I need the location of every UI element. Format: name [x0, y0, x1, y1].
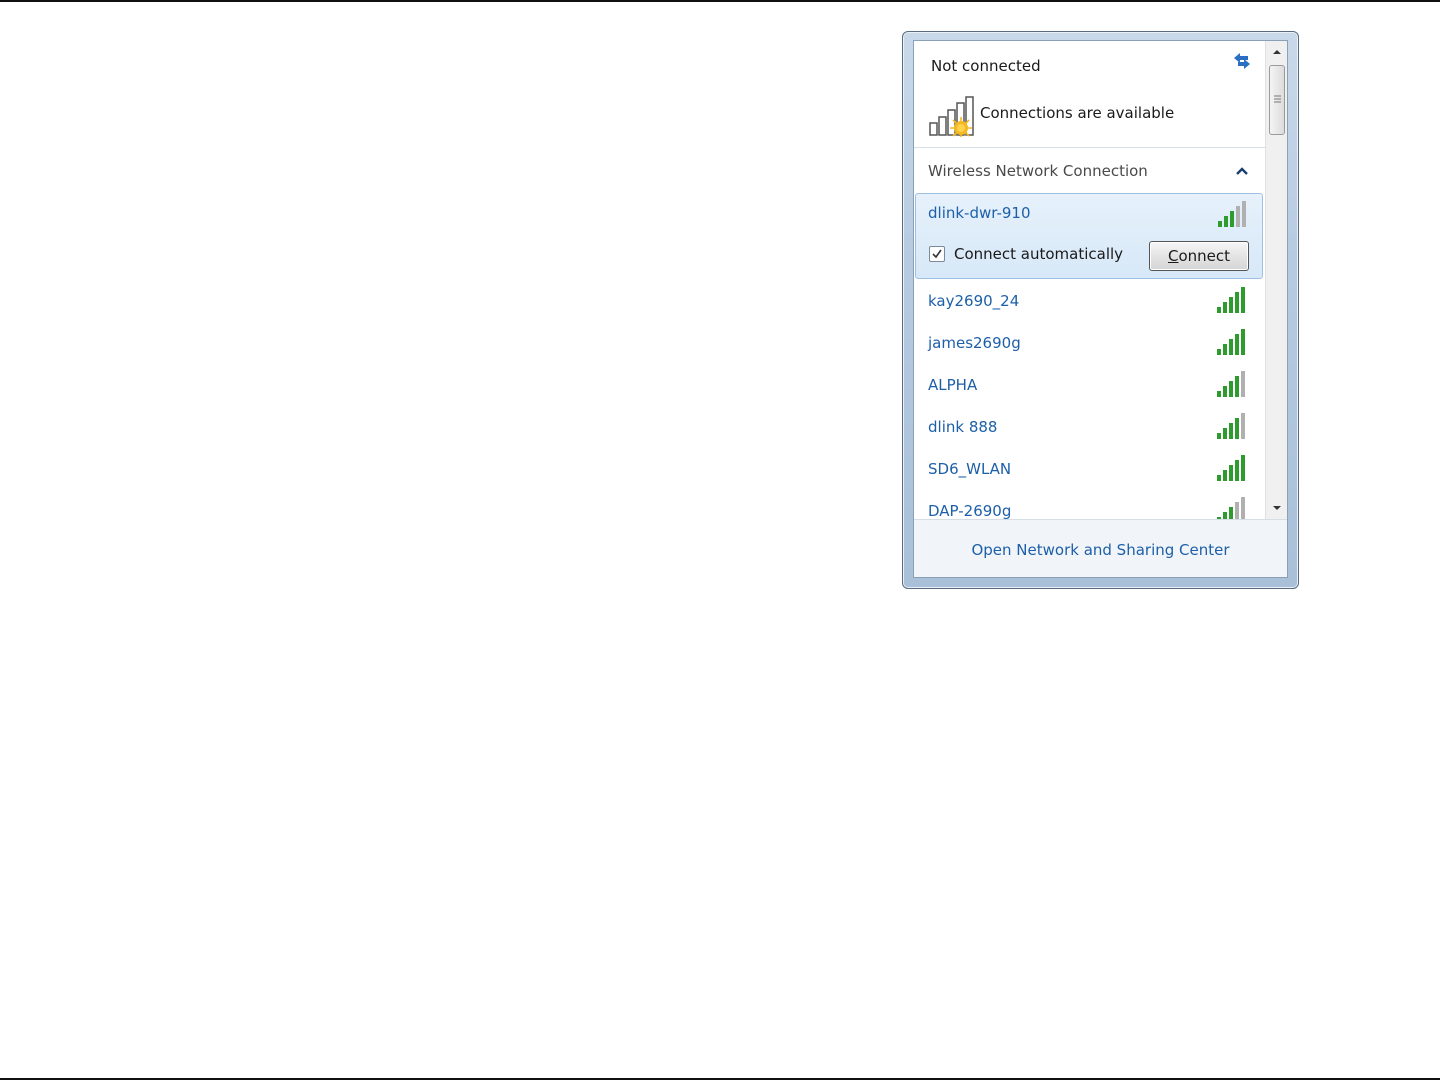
signal-bar — [1223, 512, 1227, 519]
connections-available-icon — [929, 96, 974, 137]
signal-bar — [1218, 221, 1222, 227]
signal-bar — [1223, 344, 1227, 355]
scroll-down-arrow-icon[interactable] — [1270, 501, 1284, 515]
signal-bar — [1229, 297, 1233, 313]
network-list-item[interactable]: kay2690_24 — [915, 281, 1263, 323]
network-list-viewport: Not connected Connections are available … — [914, 41, 1265, 519]
connect-button[interactable]: Connect — [1149, 241, 1249, 271]
connect-automatically-checkbox[interactable] — [929, 246, 945, 262]
signal-bar — [1229, 507, 1233, 519]
network-name: DAP-2690g — [928, 502, 1012, 519]
header-divider — [914, 147, 1265, 148]
network-name: kay2690_24 — [928, 292, 1020, 310]
signal-strength-icon — [1217, 371, 1245, 397]
signal-bar — [1235, 292, 1239, 313]
signal-bar — [1241, 455, 1245, 481]
network-list-item[interactable]: james2690g — [915, 323, 1263, 365]
signal-bar — [1241, 497, 1245, 519]
section-title: Wireless Network Connection — [928, 162, 1148, 180]
network-list-item[interactable]: DAP-2690g — [915, 491, 1263, 519]
network-name: SD6_WLAN — [928, 460, 1012, 478]
signal-strength-icon — [1218, 201, 1246, 227]
signal-bar — [1230, 211, 1234, 227]
selected-network-item[interactable]: dlink-dwr-910 Connect automatically Conn… — [915, 193, 1263, 279]
signal-bar — [1223, 386, 1227, 397]
signal-bar — [1235, 418, 1239, 439]
checkmark-icon — [932, 249, 942, 259]
chevron-up-icon[interactable] — [1235, 165, 1249, 177]
network-list-item[interactable]: SD6_WLAN — [915, 449, 1263, 491]
signal-bar — [1229, 423, 1233, 439]
signal-bar — [1241, 371, 1245, 397]
signal-bar — [1235, 460, 1239, 481]
signal-strength-icon — [1217, 287, 1245, 313]
bottom-rule — [0, 1078, 1440, 1080]
selected-network-name: dlink-dwr-910 — [928, 204, 1031, 222]
connection-status-title: Not connected — [931, 57, 1041, 75]
signal-bar — [1235, 502, 1239, 519]
signal-bar — [1241, 329, 1245, 355]
open-network-sharing-center-link[interactable]: Open Network and Sharing Center — [914, 541, 1287, 559]
signal-strength-icon — [1217, 329, 1245, 355]
signal-bar — [1235, 376, 1239, 397]
connect-button-label: onnect — [1178, 247, 1231, 265]
signal-bar — [1229, 465, 1233, 481]
connect-automatically-label: Connect automatically — [954, 245, 1124, 263]
grip-icon — [1274, 95, 1281, 103]
signal-bar — [1229, 381, 1233, 397]
refresh-icon[interactable] — [1230, 51, 1254, 73]
connections-available-text: Connections are available — [980, 104, 1175, 122]
signal-bar — [1224, 216, 1228, 227]
signal-bar — [1217, 349, 1221, 355]
signal-bar — [1241, 287, 1245, 313]
scroll-thumb[interactable] — [1269, 65, 1285, 135]
network-name: ALPHA — [928, 376, 978, 394]
signal-bar — [1241, 413, 1245, 439]
network-list-item[interactable]: ALPHA — [915, 365, 1263, 407]
vertical-scrollbar[interactable] — [1265, 41, 1287, 519]
top-rule — [0, 0, 1440, 2]
signal-bar — [1229, 339, 1233, 355]
signal-bar — [1223, 302, 1227, 313]
network-list-item[interactable]: dlink 888 — [915, 407, 1263, 449]
network-popup: Not connected Connections are available … — [902, 31, 1299, 589]
signal-bar — [1217, 391, 1221, 397]
signal-bar — [1223, 470, 1227, 481]
signal-bar — [1217, 307, 1221, 313]
scroll-up-arrow-icon[interactable] — [1270, 45, 1284, 59]
connect-button-accesskey: C — [1167, 247, 1179, 265]
signal-strength-icon — [1217, 455, 1245, 481]
network-popup-panel: Not connected Connections are available … — [913, 40, 1288, 578]
signal-bar — [1242, 201, 1246, 227]
network-name: dlink 888 — [928, 418, 998, 436]
signal-bar — [1217, 475, 1221, 481]
signal-strength-icon — [1217, 413, 1245, 439]
signal-bar — [1223, 428, 1227, 439]
signal-strength-icon — [1217, 497, 1245, 519]
signal-bar — [1217, 433, 1221, 439]
signal-bar — [1236, 206, 1240, 227]
network-name: james2690g — [928, 334, 1021, 352]
popup-footer: Open Network and Sharing Center — [914, 519, 1287, 577]
signal-bar — [1235, 334, 1239, 355]
